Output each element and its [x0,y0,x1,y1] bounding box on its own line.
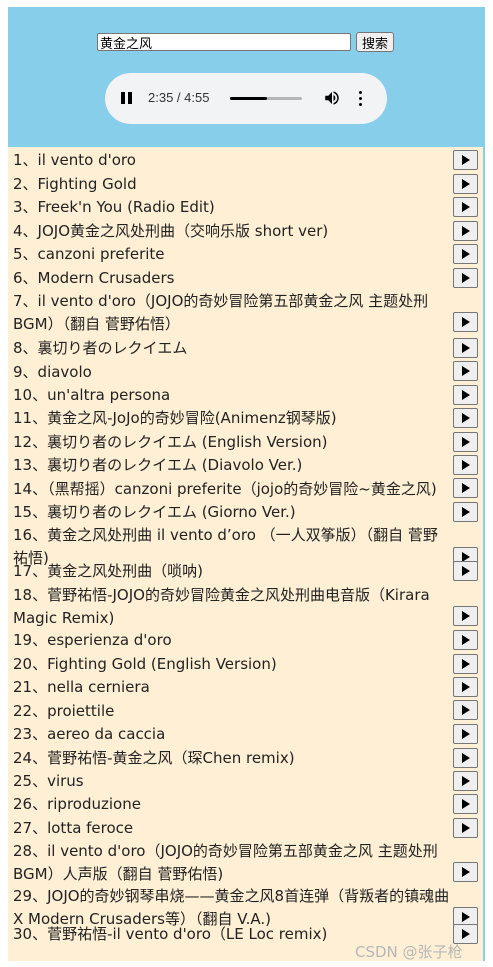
play-song-button[interactable] [453,455,478,475]
play-song-button[interactable] [453,221,478,241]
song-item: 2、Fighting Gold [13,175,137,193]
play-song-button[interactable] [453,654,478,674]
play-song-button[interactable] [453,338,478,358]
play-song-button[interactable] [453,862,478,882]
play-song-button[interactable] [453,244,478,264]
song-item: 28、il vento d'oro（JOJO的奇妙冒险第五部黄金之风 主题处刑B… [13,842,438,883]
play-song-button[interactable] [453,502,478,522]
pause-button[interactable] [120,90,134,106]
song-item: 5、canzoni preferite [13,245,165,263]
song-item: 15、裏切り者のレクイエム (Giorno Ver.) [13,503,296,521]
song-item: 1、il vento d'oro [13,151,136,169]
play-song-button[interactable] [453,724,478,744]
play-song-button[interactable] [453,268,478,288]
play-song-button[interactable] [453,748,478,768]
play-song-button[interactable] [453,385,478,405]
play-song-button[interactable] [453,700,478,720]
progress-slider[interactable] [230,97,302,100]
song-item: 9、diavolo [13,363,92,381]
play-song-button[interactable] [453,197,478,217]
progress-fill [230,97,268,100]
song-item: 8、裏切り者のレクイエム [13,339,188,357]
song-item: 22、proiettile [13,702,115,720]
song-item: 13、裏切り者のレクイエム (Diavolo Ver.) [13,456,303,474]
play-song-button[interactable] [453,818,478,838]
play-song-button[interactable] [453,408,478,428]
song-item: 6、Modern Crusaders [13,269,175,287]
song-item: 12、裏切り者のレクイエム (English Version) [13,433,328,451]
play-song-button[interactable] [453,771,478,791]
play-song-button[interactable] [453,150,478,170]
more-options-icon[interactable] [357,89,363,107]
song-item: 26、riproduzione [13,795,141,813]
song-item: 17、黄金之风处刑曲（唢呐) [13,562,203,580]
song-item: 23、aereo da caccia [13,725,166,743]
song-item: 27、lotta feroce [13,819,134,837]
watermark: CSDN @张子枪 [355,943,463,961]
play-song-button[interactable] [453,312,478,332]
play-song-button[interactable] [453,606,478,626]
song-item: 19、esperienza d'oro [13,631,172,649]
play-song-button[interactable] [453,432,478,452]
play-song-button[interactable] [453,361,478,381]
song-item: 7、il vento d'oro（JOJO的奇妙冒险第五部黄金之风 主题处刑BG… [13,292,429,333]
search-bar: 搜索 [97,32,395,52]
song-item: 11、黄金之风-JoJo的奇妙冒险(Animenz钢琴版) [13,409,337,427]
song-item: 14、（黑帮摇）canzoni preferite（jojo的奇妙冒险~黄金之风… [13,480,437,498]
song-item: 10、un'altra persona [13,386,171,404]
song-item: 24、菅野祐悟-黄金之风（琛Chen remix) [13,749,295,767]
search-input[interactable] [97,33,351,51]
playback-time: 2:35 / 4:55 [148,90,210,105]
song-item: 25、virus [13,772,84,790]
play-song-button[interactable] [453,561,478,581]
volume-icon[interactable] [323,89,341,107]
play-song-button[interactable] [453,174,478,194]
play-song-button[interactable] [453,630,478,650]
song-item: 21、nella cerniera [13,678,150,696]
song-item: 20、Fighting Gold (English Version) [13,655,277,673]
song-item: 18、菅野祐悟-JOJO的奇妙冒险黄金之风处刑曲电音版（Kirara Magic… [13,586,430,627]
audio-player: 2:35 / 4:55 [105,73,387,124]
page-container: 搜索 2:35 / 4:55 1、il vento d'oro 2、Fightin… [8,7,485,961]
play-song-button[interactable] [453,794,478,814]
play-song-button[interactable] [453,478,478,498]
song-item: 4、JOJO黄金之风处刑曲（交响乐版 short ver) [13,222,329,240]
play-song-button[interactable] [453,677,478,697]
song-item: 3、Freek'n You (Radio Edit) [13,198,215,216]
song-list: 1、il vento d'oro 2、Fighting Gold 3、Freek'n… [8,147,483,961]
search-button[interactable]: 搜索 [356,32,395,52]
